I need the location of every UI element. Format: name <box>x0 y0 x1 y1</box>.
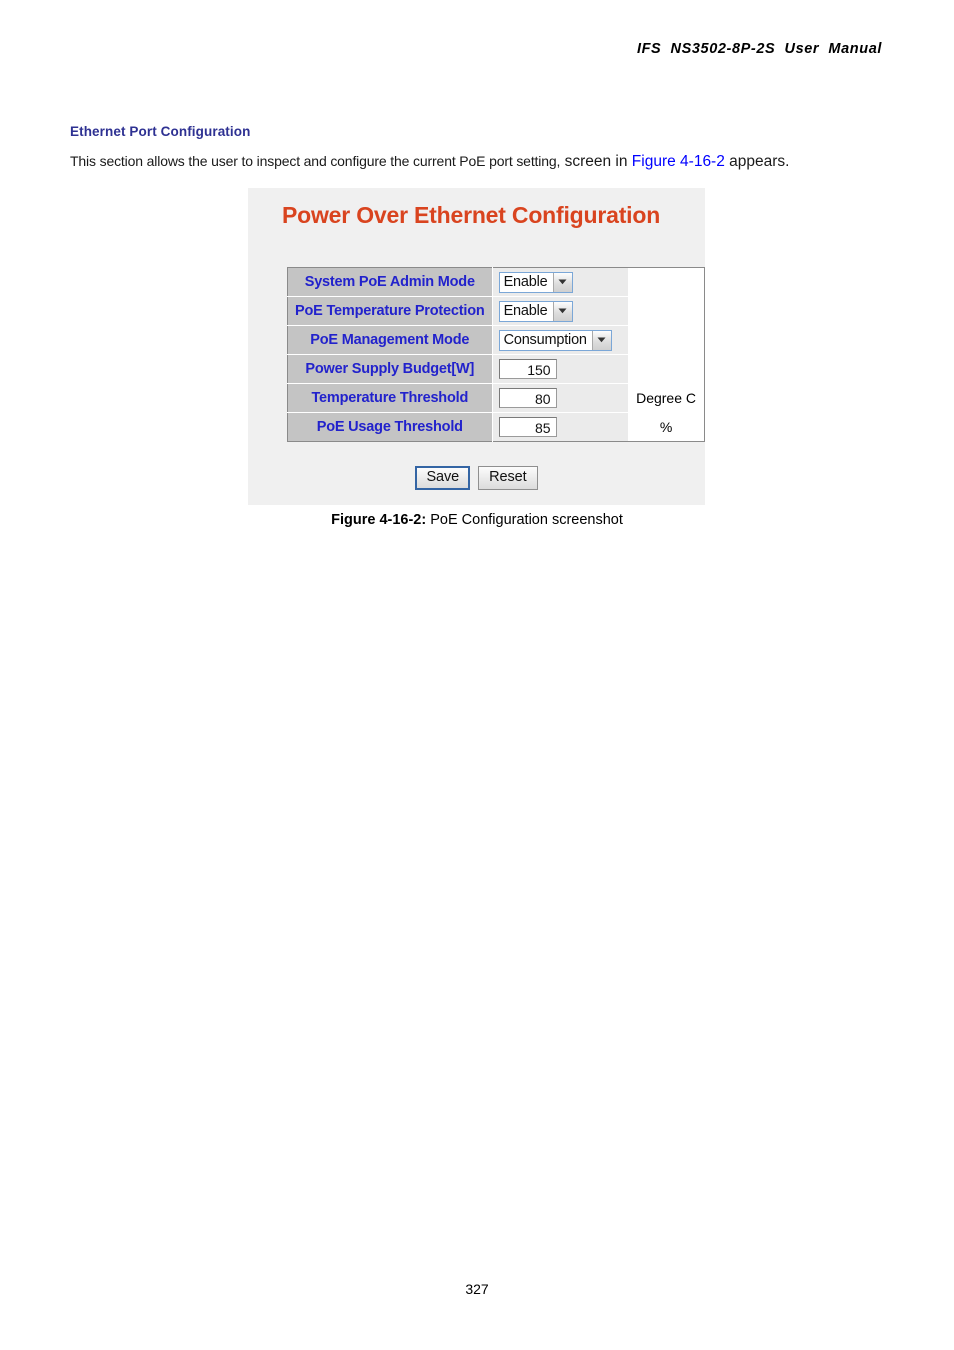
table-row: PoE Temperature Protection Enable <box>287 296 705 326</box>
intro-text-part3: appears. <box>729 153 790 170</box>
row-control-cell: Enable <box>492 296 629 326</box>
row-control-cell: Consumption <box>492 325 629 355</box>
table-row: PoE Usage Threshold 85 % <box>287 412 705 442</box>
save-button[interactable]: Save <box>415 466 471 490</box>
poe-management-mode-select[interactable]: Consumption <box>498 329 612 351</box>
row-unit <box>628 267 705 297</box>
select-value: Enable <box>503 303 548 319</box>
row-label-power-supply-budget: Power Supply Budget[W] <box>287 354 493 384</box>
row-unit-degree-c: Degree C <box>628 383 705 413</box>
row-label-system-poe-admin-mode: System PoE Admin Mode <box>287 267 493 297</box>
power-supply-budget-input[interactable]: 150 <box>498 359 557 379</box>
table-row: Power Supply Budget[W] 150 <box>287 354 705 384</box>
reset-button[interactable]: Reset <box>478 466 538 490</box>
row-unit <box>628 296 705 326</box>
poe-config-table: System PoE Admin Mode Enable PoE Tempera… <box>287 267 705 442</box>
chevron-down-icon[interactable] <box>552 301 572 321</box>
chevron-down-icon[interactable] <box>591 330 611 350</box>
intro-paragraph: This section allows the user to inspect … <box>70 152 900 172</box>
row-label-temperature-threshold: Temperature Threshold <box>287 383 493 413</box>
poe-temperature-protection-select[interactable]: Enable <box>498 300 573 322</box>
select-value: Enable <box>503 274 548 290</box>
row-control-cell: 80 <box>492 383 629 413</box>
screenshot-title: Power Over Ethernet Configuration <box>282 202 661 228</box>
page-number: 327 <box>465 1281 489 1297</box>
row-control-cell: 150 <box>492 354 629 384</box>
poe-usage-threshold-input[interactable]: 85 <box>498 417 557 437</box>
temperature-threshold-input[interactable]: 80 <box>498 388 557 408</box>
row-unit <box>628 354 705 384</box>
figure-caption-text: PoE Configuration screenshot <box>430 512 623 528</box>
row-control-cell: 85 <box>492 412 629 442</box>
poe-configuration-screenshot: Power Over Ethernet Configuration System… <box>248 188 705 505</box>
intro-text-part1: This section allows the user to inspect … <box>70 153 561 169</box>
row-unit <box>628 325 705 355</box>
figure-reference-link[interactable]: Figure 4-16-2 <box>632 153 725 170</box>
figure-caption-label: Figure 4-16-2: <box>331 512 427 528</box>
row-label-poe-temperature-protection: PoE Temperature Protection <box>287 296 493 326</box>
figure-caption: Figure 4-16-2: PoE Configuration screens… <box>0 512 954 528</box>
row-control-cell: Enable <box>492 267 629 297</box>
row-label-poe-usage-threshold: PoE Usage Threshold <box>287 412 493 442</box>
running-header: IFS NS3502-8P-2S User Manual <box>636 41 882 57</box>
row-label-poe-management-mode: PoE Management Mode <box>287 325 493 355</box>
select-value: Consumption <box>503 332 587 348</box>
table-row: System PoE Admin Mode Enable <box>287 267 705 297</box>
section-heading: Ethernet Port Configuration <box>70 124 251 139</box>
form-button-row: Save Reset <box>248 466 705 490</box>
system-poe-admin-mode-select[interactable]: Enable <box>498 271 573 293</box>
row-unit-percent: % <box>628 412 705 442</box>
table-row: Temperature Threshold 80 Degree C <box>287 383 705 413</box>
intro-text-part2: screen in <box>564 153 628 170</box>
table-row: PoE Management Mode Consumption <box>287 325 705 355</box>
chevron-down-icon[interactable] <box>552 272 572 292</box>
